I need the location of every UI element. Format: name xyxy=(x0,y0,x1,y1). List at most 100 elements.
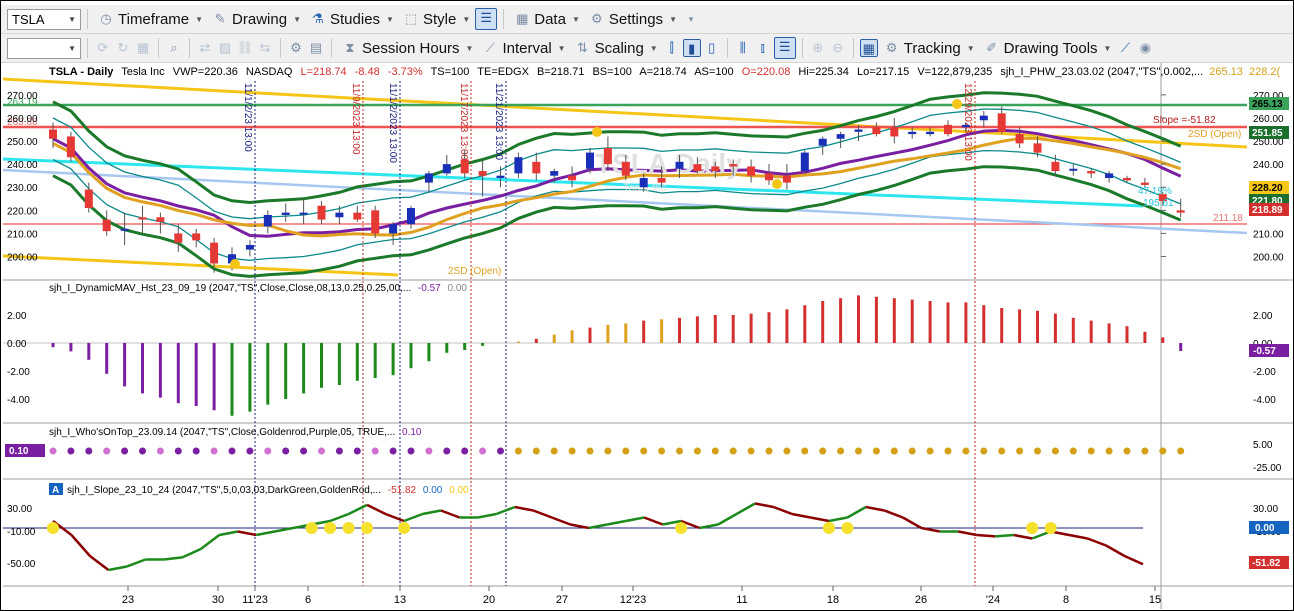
whos-on-top-dot xyxy=(443,447,451,455)
settings-menu[interactable]: ⚙ Settings ▼ xyxy=(585,8,680,30)
candle-body xyxy=(353,212,362,220)
whos-on-top-dot xyxy=(335,447,343,455)
pct-label: 47.19% xyxy=(1138,186,1172,197)
pane4-tick-left: -10.00 xyxy=(7,527,36,538)
style-menu[interactable]: ⬚ Style ▼ xyxy=(399,8,473,30)
pane4-v2: 0.00 xyxy=(423,485,443,496)
settings-gear-icon[interactable]: ⚙ xyxy=(287,39,305,57)
signal-dot xyxy=(592,127,602,137)
whos-on-top-dot xyxy=(353,447,361,455)
whos-on-top-dot xyxy=(693,447,701,455)
separator xyxy=(503,9,505,29)
expand-bars-icon[interactable]: ⫾ xyxy=(754,39,772,57)
whos-on-top-dot xyxy=(980,447,988,455)
compress-bars-icon[interactable]: ⫼ xyxy=(734,39,752,57)
overflow-icon[interactable]: ▾ xyxy=(682,10,700,28)
chart-area[interactable]: TSLA Daily Tesla Inc 11/1/2/23 13:00 11/9… xyxy=(3,63,1293,609)
tracking-menu[interactable]: ⚙ Tracking ▼ xyxy=(880,37,978,59)
link-icon[interactable]: ⛓ xyxy=(236,39,254,57)
signal-dot xyxy=(230,259,240,269)
swap-icon[interactable]: ⇆ xyxy=(256,39,274,57)
candle-body xyxy=(961,124,970,128)
format-icon[interactable]: ▤ xyxy=(307,39,325,57)
slope-segment xyxy=(976,533,996,538)
session-hours-menu[interactable]: ⧗ Session Hours ▼ xyxy=(338,37,476,59)
sync-icon[interactable]: ⇄ xyxy=(196,39,214,57)
symbol-input[interactable]: TSLA ▼ xyxy=(7,8,81,30)
pane2-tick: 2.00 xyxy=(1253,311,1273,322)
separator xyxy=(726,38,728,58)
slope-dot xyxy=(841,522,854,534)
panes-icon[interactable]: ☰ xyxy=(773,37,796,59)
x-tick-label: 18 xyxy=(827,594,839,606)
studies-menu[interactable]: ⚗ Studies ▼ xyxy=(306,8,397,30)
interval-icon: ⟋ xyxy=(485,40,496,55)
whos-on-top-dot xyxy=(318,447,325,455)
drawing-menu[interactable]: ✎ Drawing ▼ xyxy=(208,8,304,30)
image-icon[interactable]: ▨ xyxy=(216,39,234,57)
header-open: O=220.08 xyxy=(742,66,791,78)
candle-body xyxy=(747,166,756,176)
event-line-label: 12/29/2023 13:00 xyxy=(962,83,973,161)
candle-body xyxy=(478,171,487,176)
price-tick-label-left: 250.00 xyxy=(7,137,38,148)
zoom-in-icon[interactable]: ⊕ xyxy=(809,39,827,57)
candlestick-icon[interactable]: ▮ xyxy=(682,39,701,57)
reload-icon[interactable]: ↻ xyxy=(114,39,132,57)
pane2-tick-left: 2.00 xyxy=(7,311,27,322)
watermark: TSLA Daily xyxy=(595,148,742,179)
grid-icon[interactable]: ▦ xyxy=(134,39,152,57)
drawing-tools-menu[interactable]: ✐ Drawing Tools ▼ xyxy=(980,37,1115,59)
candle-body xyxy=(245,244,254,250)
eye-icon[interactable]: ◉ xyxy=(1136,39,1154,57)
header-as: AS=100 xyxy=(694,66,733,78)
whos-on-top-dot xyxy=(998,447,1006,455)
header-study: sjh_I_PHW_23.03.02 (2047,"TS",0.002,... xyxy=(1000,66,1203,78)
slope-dot xyxy=(398,522,411,534)
event-line-label: 11/1/2/23 13:00 xyxy=(242,83,253,152)
price-tick-label-left: 220.00 xyxy=(7,206,38,217)
header-symbol: TSLA - Daily xyxy=(49,66,114,78)
data-menu[interactable]: ▦ Data ▼ xyxy=(510,8,583,30)
price-tick-label-left: 270.00 xyxy=(7,91,38,102)
candle-body xyxy=(621,161,630,176)
bar-chart-icon[interactable]: ⫿ xyxy=(663,39,681,57)
whos-on-top-dot xyxy=(676,447,683,455)
candle-body xyxy=(1140,182,1149,185)
pane2-badge: -0.57 xyxy=(1253,346,1276,357)
candle-body xyxy=(514,157,523,174)
whos-on-top-dot xyxy=(801,447,809,455)
whos-on-top-dot xyxy=(1016,447,1024,455)
whos-on-top-dot xyxy=(264,447,272,455)
whos-on-top-dot xyxy=(604,447,612,455)
layout-toggle-icon[interactable]: ☰ xyxy=(475,8,498,30)
slope-segment xyxy=(995,533,1014,538)
zoom-search-icon[interactable]: ⌕ xyxy=(165,39,183,57)
interval-combo[interactable]: ▼ xyxy=(7,37,81,59)
header-exchange: NASDAQ xyxy=(246,66,293,78)
candle-body xyxy=(550,171,559,176)
candle-body xyxy=(460,159,469,174)
price-tick-label-left: 230.00 xyxy=(7,183,38,194)
scaling-menu[interactable]: ⇅ Scaling ▼ xyxy=(571,37,661,59)
whos-on-top-dot xyxy=(174,447,182,455)
interval-menu[interactable]: ⟋ Interval ▼ xyxy=(478,37,568,59)
whos-on-top-dot xyxy=(85,447,93,455)
pane4-zero-badge: 0.00 xyxy=(1255,523,1275,534)
data-window-icon[interactable]: ▦ xyxy=(859,39,878,57)
candle-body xyxy=(1087,171,1096,174)
refresh-icon[interactable]: ⟳ xyxy=(94,39,112,57)
candle-body xyxy=(299,212,308,215)
timeframe-menu[interactable]: ◷ Timeframe ▼ xyxy=(94,8,206,30)
trendline-icon[interactable]: ⟋ xyxy=(1116,39,1134,57)
x-tick-label: '24 xyxy=(986,594,1000,606)
zoom-out-icon[interactable]: ⊖ xyxy=(829,39,847,57)
whos-on-top-dot xyxy=(747,447,755,455)
candle-body xyxy=(872,127,881,135)
x-tick-label: 11'23 xyxy=(242,594,268,606)
whos-on-top-dot xyxy=(819,447,827,455)
hollow-candle-icon[interactable]: ▯ xyxy=(703,39,721,57)
chevron-down-icon: ▼ xyxy=(1103,43,1112,53)
whos-on-top-dot xyxy=(962,447,970,455)
candle-body xyxy=(944,124,952,135)
